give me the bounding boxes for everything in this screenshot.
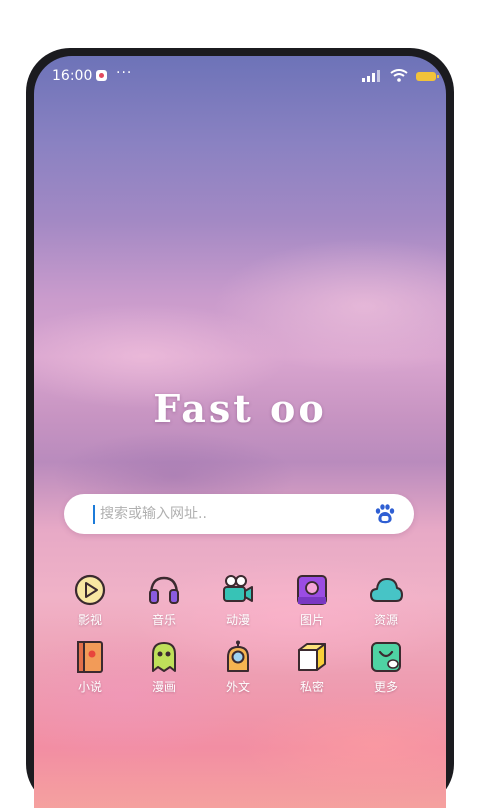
image-icon: [297, 575, 327, 605]
status-bar: 16:00 ···: [34, 56, 446, 96]
headphones-icon: [149, 576, 179, 604]
notification-app-icon: [96, 70, 107, 81]
app-label: 漫画: [151, 680, 176, 694]
app-images[interactable]: 图片: [276, 573, 348, 628]
more-notifications-icon: ···: [116, 65, 133, 81]
app-logo: Fast oo: [153, 386, 327, 431]
app-label: 小说: [77, 680, 102, 694]
wifi-icon: [390, 69, 408, 82]
app-label: 外文: [225, 680, 250, 694]
search-bar[interactable]: [64, 494, 414, 534]
app-anime[interactable]: 动漫: [202, 573, 274, 628]
app-comics[interactable]: 漫画: [128, 640, 200, 695]
status-time: 16:00: [52, 68, 93, 84]
search-input[interactable]: [100, 494, 360, 534]
app-resources[interactable]: 资源: [350, 573, 422, 628]
ghost-icon: [152, 642, 176, 672]
app-label: 更多: [373, 680, 398, 694]
app-music[interactable]: 音乐: [128, 573, 200, 628]
app-label: 动漫: [225, 613, 250, 627]
app-novels[interactable]: 小说: [54, 640, 126, 695]
app-grid-row-2: 小说 漫画 外文 私密 更多: [54, 640, 422, 695]
app-label: 资源: [373, 613, 398, 627]
app-grid-row-1: 影视 音乐 动漫 图片 资源: [54, 573, 422, 628]
cloud-icon: [370, 578, 403, 602]
app-label: 音乐: [151, 613, 176, 627]
phone-frame: 16:00 ··· Fast oo 搜索或输入网址.. 影视 音乐 动漫 图片 …: [26, 48, 454, 808]
book-icon: [77, 641, 103, 673]
app-foreign[interactable]: 外文: [202, 640, 274, 695]
app-label: 私密: [299, 680, 324, 694]
camera-icon: [223, 575, 253, 602]
app-grid: 影视 音乐 动漫 图片 资源 小说 漫画 外文 私密 更多: [54, 573, 422, 707]
bag-icon: [371, 642, 401, 672]
baidu-search-icon[interactable]: [374, 503, 396, 525]
home-screen: 16:00 ··· Fast oo 搜索或输入网址.. 影视 音乐 动漫 图片 …: [34, 56, 446, 808]
app-movies[interactable]: 影视: [54, 573, 126, 628]
robot-icon: [227, 640, 249, 672]
text-caret: [93, 505, 95, 524]
signal-icon: [362, 70, 380, 82]
app-private[interactable]: 私密: [276, 640, 348, 695]
battery-icon: [416, 72, 439, 81]
app-label: 影视: [77, 613, 102, 627]
app-more[interactable]: 更多: [350, 640, 422, 695]
play-icon: [74, 574, 106, 606]
app-label: 图片: [299, 613, 324, 627]
box-icon: [298, 643, 326, 671]
